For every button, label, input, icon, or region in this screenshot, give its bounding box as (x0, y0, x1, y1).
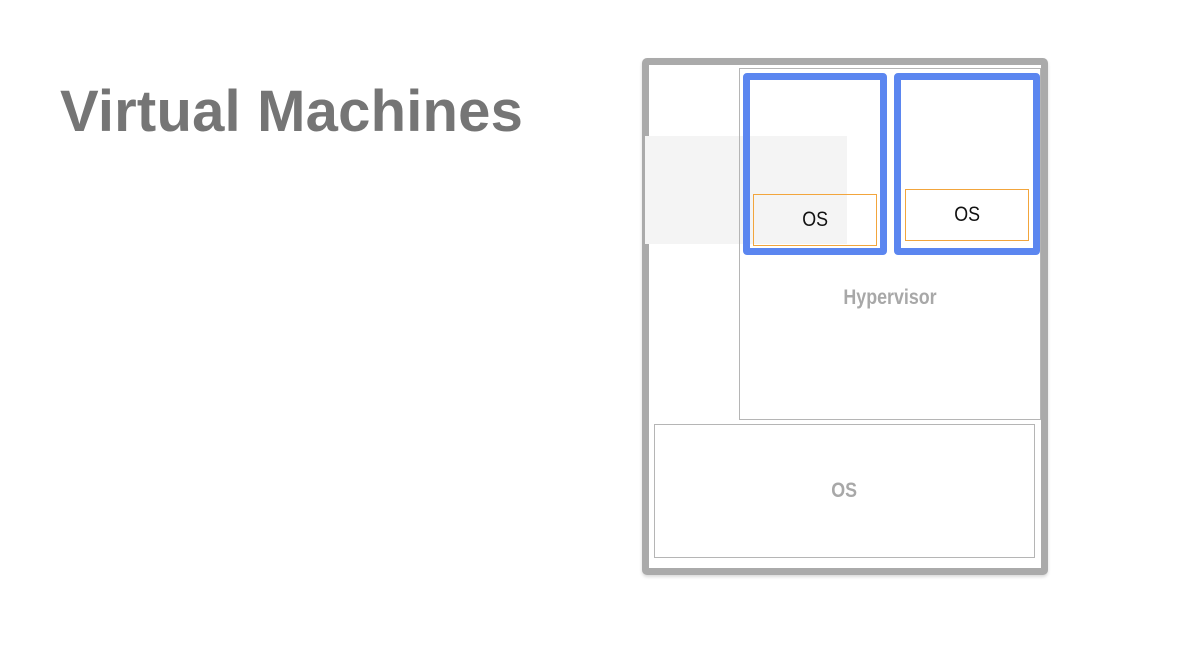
guest-os-label-2: OS (954, 203, 980, 226)
guest-os-box-2: OS (905, 189, 1029, 241)
host-os-box: OS (654, 424, 1035, 558)
guest-os-box-1: OS (753, 194, 877, 246)
slide-title: Virtual Machines (60, 79, 524, 144)
guest-os-label-1: OS (802, 208, 828, 231)
host-os-label: OS (831, 479, 858, 502)
hypervisor-label: Hypervisor (843, 286, 937, 309)
